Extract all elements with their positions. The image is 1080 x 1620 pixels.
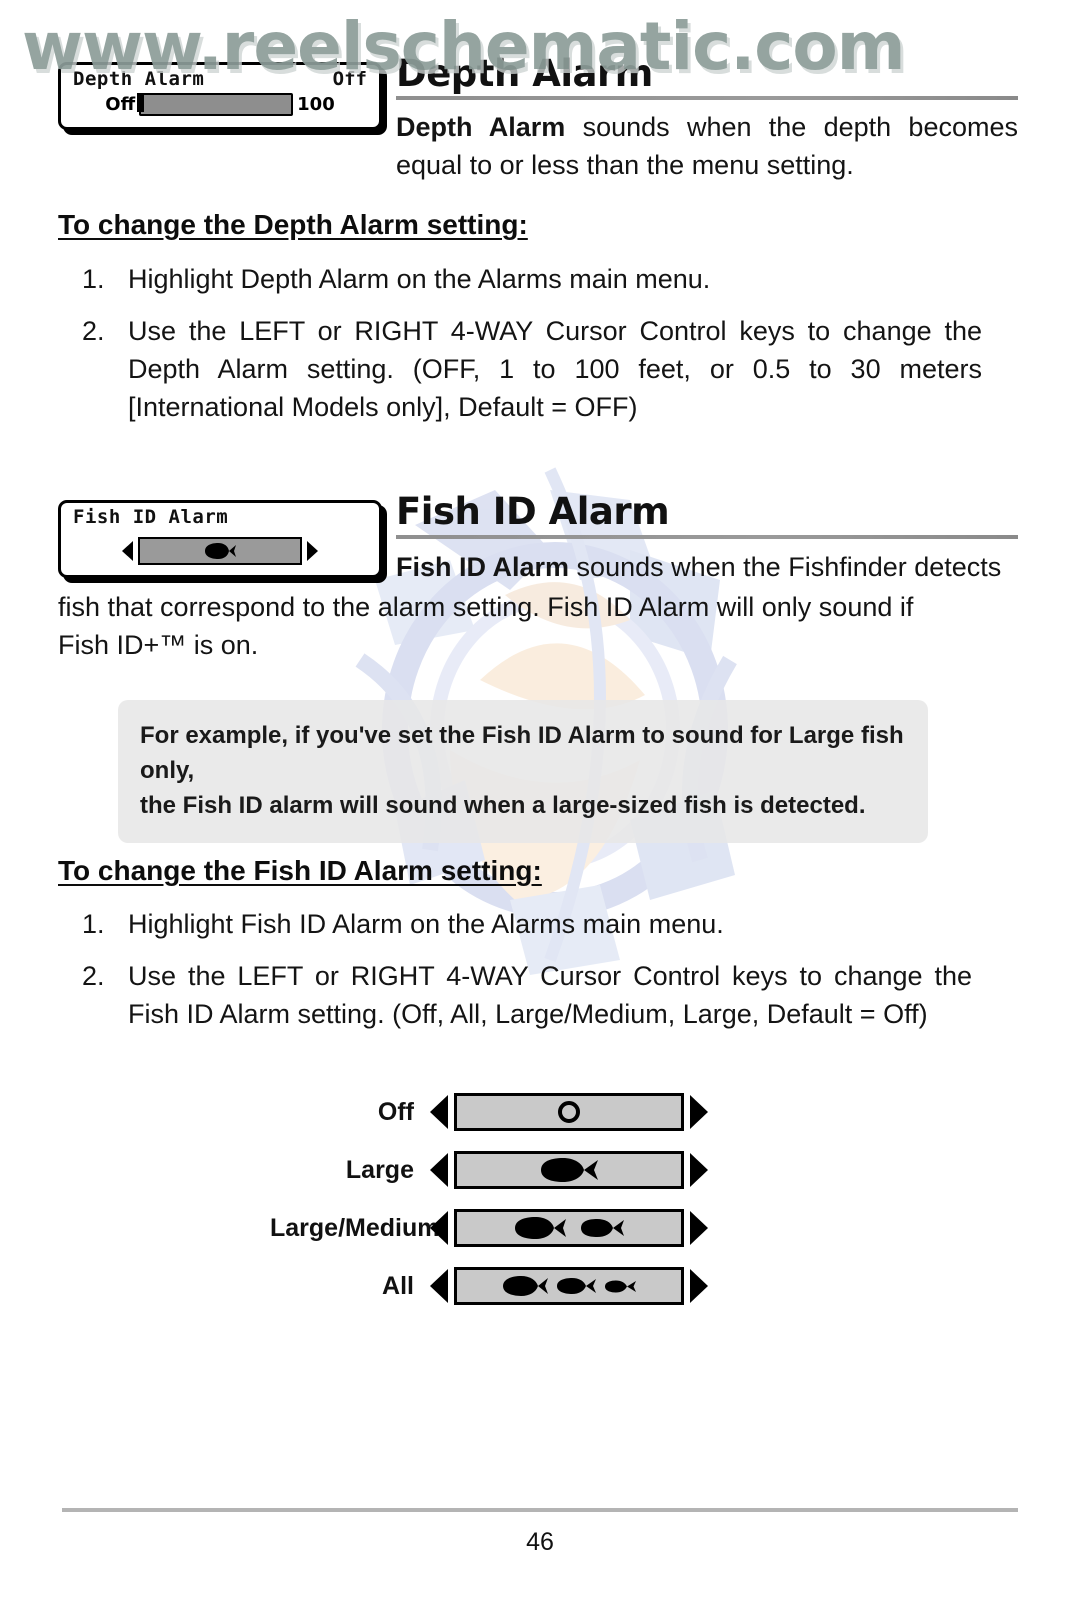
fish-icon-large [541, 1158, 598, 1182]
fish-step-2-marker: 2. [82, 961, 105, 991]
slider-knob[interactable] [137, 93, 145, 112]
fish-icon-large [515, 1217, 566, 1239]
fish-step-1: 1. Highlight Fish ID Alarm on the Alarms… [82, 905, 982, 943]
fish-id-alarm-lcd-widget: Fish ID Alarm [58, 500, 382, 578]
depth-step-2-marker: 2. [82, 316, 105, 346]
arrow-right-icon[interactable] [690, 1095, 708, 1129]
arrow-right-icon[interactable] [307, 541, 318, 561]
arrow-left-icon[interactable] [430, 1269, 448, 1303]
depth-alarm-paragraph: Depth Alarm sounds when the depth become… [396, 108, 1018, 184]
option-row-large-medium[interactable]: Large/Medium [270, 1199, 770, 1257]
fish-id-option-list: Off Large Large/Medium All [270, 1083, 770, 1315]
option-row-large[interactable]: Large [270, 1141, 770, 1199]
example-line-1: For example, if you've set the Fish ID A… [140, 722, 904, 784]
fish-id-alarm-lcd-title: Fish ID Alarm [73, 506, 229, 528]
option-widget-large-medium[interactable] [430, 1209, 708, 1247]
slider-track[interactable] [137, 93, 294, 116]
depth-step-2-text: Use the LEFT or RIGHT 4-WAY Cursor Contr… [128, 316, 982, 422]
option-widget-off[interactable] [430, 1093, 708, 1131]
option-label-large-medium: Large/Medium [270, 1213, 440, 1242]
option-row-all[interactable]: All [270, 1257, 770, 1315]
depth-alarm-subhead: To change the Depth Alarm setting: [58, 209, 528, 240]
arrow-left-icon[interactable] [430, 1095, 448, 1129]
footer-divider [62, 1508, 1018, 1512]
depth-alarm-lcd-widget: Depth Alarm Off Off 100 [58, 62, 382, 130]
fish-id-subhead: To change the Fish ID Alarm setting: [58, 855, 542, 886]
circle-icon [558, 1101, 580, 1123]
arrow-left-icon[interactable] [122, 541, 133, 561]
fish-step-2-text: Use the LEFT or RIGHT 4-WAY Cursor Contr… [128, 961, 972, 1029]
manual-page: www.reelschematic.com Depth Alarm Off Of… [0, 0, 1080, 1620]
option-track-large[interactable] [454, 1151, 684, 1189]
option-row-off[interactable]: Off [270, 1083, 770, 1141]
fish-icon-medium [581, 1219, 624, 1237]
fish-id-paragraph-bold: Fish ID Alarm [396, 552, 570, 582]
fish-id-alarm-heading-rule [396, 535, 1018, 539]
option-track-large-medium[interactable] [454, 1209, 684, 1247]
fish-icon [205, 543, 236, 559]
depth-alarm-lcd-value: Off [332, 68, 367, 90]
example-callout: For example, if you've set the Fish ID A… [118, 700, 928, 843]
fish-id-alarm-heading: Fish ID Alarm [396, 490, 670, 533]
depth-step-2: 2. Use the LEFT or RIGHT 4-WAY Cursor Co… [82, 312, 982, 426]
fish-step-2: 2. Use the LEFT or RIGHT 4-WAY Cursor Co… [82, 957, 972, 1033]
fish-id-paragraph-lead: sounds when the Fishfinder detects [569, 552, 1002, 582]
option-label-off: Off [377, 1097, 414, 1126]
option-widget-large[interactable] [430, 1151, 708, 1189]
fish-id-alarm-selector[interactable] [61, 537, 379, 565]
depth-alarm-slider[interactable]: Off 100 [61, 93, 379, 116]
page-number: 46 [526, 1528, 554, 1556]
fish-id-selector-track[interactable] [138, 537, 302, 565]
option-track-all[interactable] [454, 1267, 684, 1305]
fish-id-paragraph-last: Fish ID+™ is on. [58, 630, 259, 660]
depth-step-1-marker: 1. [82, 264, 105, 294]
depth-alarm-lcd-title: Depth Alarm [73, 68, 205, 90]
fish-id-paragraph-rest: fish that correspond to the alarm settin… [58, 588, 1018, 664]
example-line-2: the Fish ID alarm will sound when a larg… [140, 792, 866, 819]
depth-alarm-paragraph-bold: Depth Alarm [396, 112, 566, 142]
fish-icon-small [605, 1280, 636, 1292]
fish-icon-medium [557, 1278, 596, 1294]
depth-alarm-heading-rule [396, 96, 1018, 100]
arrow-right-icon[interactable] [690, 1211, 708, 1245]
slider-max-label: 100 [297, 94, 335, 115]
arrow-left-icon[interactable] [430, 1211, 448, 1245]
option-label-all: All [382, 1271, 414, 1300]
depth-step-1: 1. Highlight Depth Alarm on the Alarms m… [82, 260, 982, 298]
depth-alarm-heading: Depth Alarm [396, 52, 653, 95]
fish-step-1-marker: 1. [82, 909, 105, 939]
arrow-left-icon[interactable] [430, 1153, 448, 1187]
arrow-right-icon[interactable] [690, 1153, 708, 1187]
slider-min-label: Off [105, 94, 136, 115]
option-widget-all[interactable] [430, 1267, 708, 1305]
arrow-right-icon[interactable] [690, 1269, 708, 1303]
depth-step-1-text: Highlight Depth Alarm on the Alarms main… [128, 264, 711, 294]
fish-icon-large [503, 1276, 548, 1296]
fish-id-paragraph-continued: fish that correspond to the alarm settin… [58, 592, 914, 622]
fish-step-1-text: Highlight Fish ID Alarm on the Alarms ma… [128, 909, 724, 939]
option-track-off[interactable] [454, 1093, 684, 1131]
fish-id-paragraph-first-line: Fish ID Alarm sounds when the Fishfinder… [396, 548, 1018, 588]
option-label-large: Large [345, 1155, 414, 1184]
